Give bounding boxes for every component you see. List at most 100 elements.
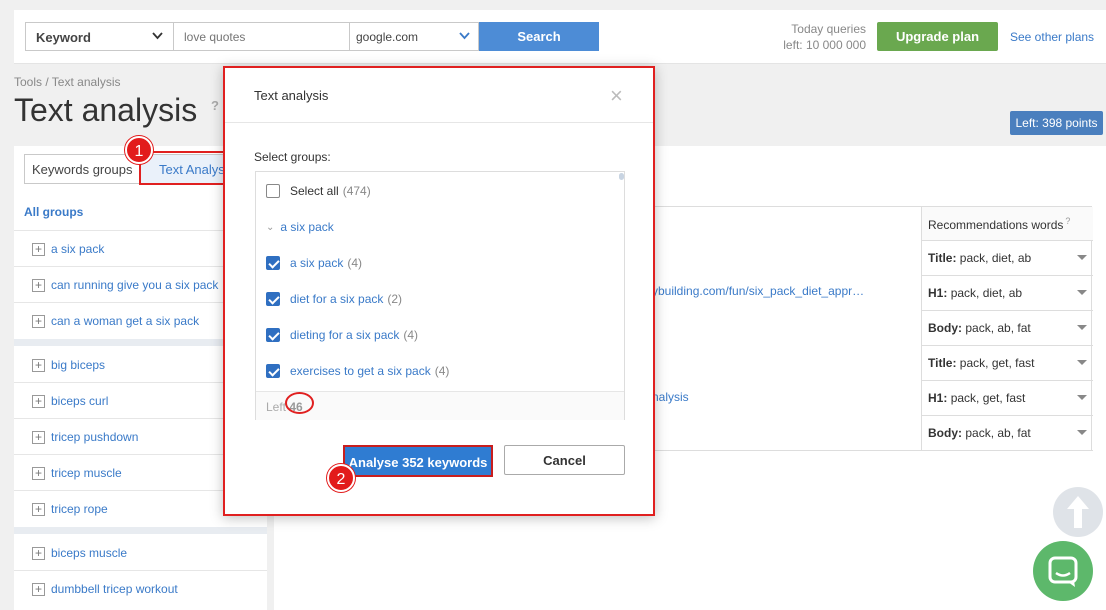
sidebar-group-label: can running give you a six pack (51, 278, 219, 292)
today-queries-left: left: 10 000 000 (783, 38, 866, 52)
dropdown-arrow-icon[interactable] (1077, 430, 1087, 435)
recommendation-cell[interactable]: Body: pack, ab, fat (921, 416, 1093, 451)
chat-button[interactable] (1033, 541, 1093, 601)
modal-title: Text analysis (254, 88, 329, 103)
divider (225, 122, 653, 123)
sidebar-group-item[interactable]: + tricep rope (32, 501, 108, 517)
recommendation-cell[interactable]: H1: pack, diet, ab (921, 276, 1093, 311)
left-label: Left (266, 400, 287, 414)
group-checkbox-row[interactable]: exercises to get a six pack (4) (266, 363, 449, 379)
rec-value: pack, diet, ab (959, 251, 1032, 265)
search-button[interactable]: Search (479, 22, 599, 51)
rec-label: H1: (928, 286, 948, 300)
checkbox-checked[interactable] (266, 292, 280, 306)
annotation-circle (285, 392, 314, 414)
rec-value: pack, get, fast (959, 356, 1035, 370)
chevron-down-icon (459, 32, 470, 40)
group-label: a six pack (290, 256, 344, 270)
sidebar-group-label: a six pack (51, 242, 105, 256)
analyse-keywords-button[interactable]: Analyse 352 keywords (343, 445, 493, 477)
dropdown-arrow-icon[interactable] (1077, 395, 1087, 400)
recommendation-cell[interactable]: H1: pack, get, fast (921, 381, 1093, 416)
group-checkbox-row[interactable]: dieting for a six pack (4) (266, 327, 418, 343)
divider (14, 570, 267, 571)
query-input[interactable] (173, 22, 349, 51)
rec-label: H1: (928, 391, 948, 405)
recommendations-header-label: Recommendations words (928, 218, 1064, 232)
chevron-down-icon[interactable]: ⌄ (266, 222, 274, 233)
select-all-checkbox-row[interactable]: Select all (474) (266, 183, 371, 199)
today-queries: Today queries left: 10 000 000 (774, 21, 866, 53)
today-queries-label: Today queries (791, 22, 866, 36)
sidebar-group-item[interactable]: + can a woman get a six pack (32, 313, 199, 329)
sidebar-group-label: tricep muscle (51, 466, 122, 480)
sidebar-group-label: biceps muscle (51, 546, 128, 560)
groups-listbox[interactable]: Select all (474) ⌄ a six pack a six pack (4… (255, 171, 625, 420)
search-type-select[interactable]: Keyword (25, 22, 173, 51)
sidebar-group-label: big biceps (51, 358, 106, 372)
checkbox-checked[interactable] (266, 256, 280, 270)
dropdown-arrow-icon[interactable] (1077, 290, 1087, 295)
group-checkbox-row[interactable]: diet for a six pack (2) (266, 291, 402, 307)
expand-plus-icon[interactable]: + (32, 430, 45, 444)
annotation-highlight-tab (139, 151, 227, 185)
expand-plus-icon[interactable]: + (32, 546, 45, 560)
sidebar-group-label: tricep rope (51, 502, 108, 516)
all-groups-link[interactable]: All groups (24, 205, 83, 219)
chevron-down-icon (152, 32, 163, 40)
expand-plus-icon[interactable]: + (32, 582, 45, 596)
sidebar-group-label: dumbbell tricep workout (51, 582, 178, 596)
sidebar-group-item[interactable]: + a six pack (32, 241, 104, 257)
see-other-plans-link[interactable]: See other plans (1010, 30, 1094, 44)
expand-plus-icon[interactable]: + (32, 358, 45, 372)
group-count: (4) (403, 328, 419, 342)
rec-value: pack, get, fast (950, 391, 1026, 405)
select-all-count: (474) (342, 184, 371, 198)
group-checkbox-row[interactable]: a six pack (4) (266, 255, 362, 271)
top-search-bar: Keyword google.com Search Today queries … (14, 10, 1106, 64)
dropdown-arrow-icon[interactable] (1077, 255, 1087, 260)
checkbox-checked[interactable] (266, 364, 280, 378)
expand-plus-icon[interactable]: + (32, 394, 45, 408)
recommendation-cell[interactable]: Title: pack, get, fast (921, 346, 1093, 381)
expand-plus-icon[interactable]: + (32, 502, 45, 516)
recommendation-cell[interactable]: Title: pack, diet, ab (921, 241, 1093, 276)
sidebar-group-item[interactable]: + dumbbell tricep workout (32, 581, 178, 597)
group-separator (14, 527, 267, 534)
rec-label: Body: (928, 321, 962, 335)
upgrade-plan-button[interactable]: Upgrade plan (877, 22, 998, 51)
scrollbar[interactable] (619, 173, 624, 180)
arrow-up-icon (1067, 496, 1089, 528)
group-label: exercises to get a six pack (290, 364, 431, 378)
sidebar-group-label: can a woman get a six pack (51, 314, 200, 328)
rec-value: pack, ab, fat (965, 426, 1031, 440)
database-value: google.com (356, 30, 419, 44)
help-icon[interactable]: ? (211, 98, 219, 113)
cancel-button[interactable]: Cancel (504, 445, 625, 475)
sidebar-group-item[interactable]: + biceps muscle (32, 545, 127, 561)
scroll-to-top-button[interactable] (1053, 487, 1103, 537)
expand-plus-icon[interactable]: + (32, 278, 45, 292)
expand-plus-icon[interactable]: + (32, 314, 45, 328)
expand-plus-icon[interactable]: + (32, 242, 45, 256)
checkbox[interactable] (266, 184, 280, 198)
database-select[interactable]: google.com (349, 22, 479, 51)
help-icon[interactable]: ? (1065, 216, 1070, 226)
recommendation-cell[interactable]: Body: pack, ab, fat (921, 311, 1093, 346)
group-header-row[interactable]: ⌄ a six pack (266, 219, 334, 235)
page-title: Text analysis (14, 92, 198, 128)
sidebar-group-item[interactable]: + can running give you a six pack (32, 277, 218, 293)
sidebar-group-item[interactable]: + big biceps (32, 357, 105, 373)
close-icon[interactable]: × (610, 83, 623, 109)
expand-plus-icon[interactable]: + (32, 466, 45, 480)
sidebar-group-item[interactable]: + biceps curl (32, 393, 108, 409)
sidebar-group-label: biceps curl (51, 394, 109, 408)
annotation-badge-1: 1 (125, 136, 153, 164)
sidebar-group-item[interactable]: + tricep pushdown (32, 429, 138, 445)
dropdown-arrow-icon[interactable] (1077, 325, 1087, 330)
tab-keywords-groups[interactable]: Keywords groups (24, 154, 140, 184)
checkbox-checked[interactable] (266, 328, 280, 342)
results-table: Recommendations words? Title: pack, diet… (652, 206, 1093, 451)
dropdown-arrow-icon[interactable] (1077, 360, 1087, 365)
sidebar-group-item[interactable]: + tricep muscle (32, 465, 122, 481)
